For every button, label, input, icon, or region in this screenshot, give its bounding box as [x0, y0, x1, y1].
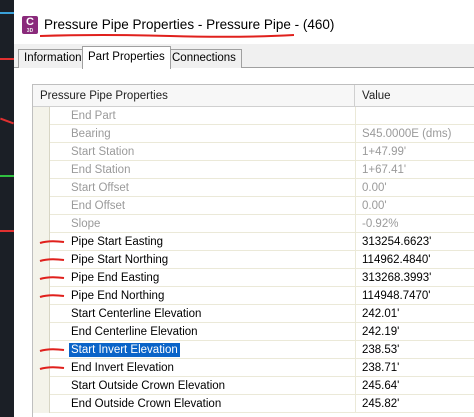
properties-grid: Pressure Pipe Properties Value End Part B…	[32, 84, 474, 417]
property-name: Bearing	[71, 128, 111, 140]
property-value: 1+67.41'	[355, 161, 474, 179]
red-annotation-mark	[39, 240, 65, 244]
civil3d-app-icon: C 3D	[22, 16, 38, 34]
row-gutter	[33, 377, 50, 395]
table-row[interactable]: End Part	[33, 107, 474, 125]
table-row[interactable]: Start Invert Elevation 238.53'	[33, 341, 474, 359]
column-header-value[interactable]: Value	[355, 85, 474, 107]
property-value: 0.00'	[355, 197, 474, 215]
red-annotation-mark	[39, 348, 65, 352]
property-value[interactable]: 245.64'	[355, 377, 474, 395]
property-name: Start Station	[71, 146, 135, 158]
grid-header: Pressure Pipe Properties Value	[33, 85, 474, 107]
property-value[interactable]: 245.82'	[355, 395, 474, 413]
property-value: 0.00'	[355, 179, 474, 197]
property-value: -0.92%	[355, 215, 474, 233]
property-name: Pipe End Northing	[71, 290, 165, 302]
property-name: Pipe Start Easting	[71, 236, 164, 248]
property-value[interactable]: 114948.7470'	[355, 287, 474, 305]
row-gutter	[33, 305, 50, 323]
property-name: Pipe Start Northing	[71, 254, 169, 266]
row-gutter	[33, 107, 50, 125]
tab-information[interactable]: Information	[18, 49, 88, 68]
table-row[interactable]: End Station 1+67.41'	[33, 161, 474, 179]
property-name: Start Invert Elevation	[69, 343, 180, 357]
property-value	[355, 107, 474, 125]
red-annotation-mark	[39, 258, 65, 262]
table-row[interactable]: Pipe End Easting 313268.3993'	[33, 269, 474, 287]
property-name: Start Centerline Elevation	[71, 308, 202, 320]
table-row[interactable]: Start Station 1+47.99'	[33, 143, 474, 161]
table-row[interactable]: End Offset 0.00'	[33, 197, 474, 215]
table-row[interactable]: Slope -0.92%	[33, 215, 474, 233]
tab-strip: Information Part Properties Connections	[14, 44, 474, 69]
row-gutter	[33, 161, 50, 179]
tab-part-properties[interactable]: Part Properties	[82, 46, 171, 69]
row-gutter	[33, 197, 50, 215]
tab-connections[interactable]: Connections	[166, 49, 242, 68]
property-value[interactable]: 313254.6623'	[355, 233, 474, 251]
grid-rows: End Part Bearing S45.0000E (dms) Start Stat…	[33, 107, 474, 413]
row-gutter	[33, 323, 50, 341]
property-name: End Station	[71, 164, 131, 176]
red-annotation-mark	[39, 366, 65, 370]
property-value[interactable]: 242.01'	[355, 305, 474, 323]
row-gutter	[33, 143, 50, 161]
red-annotation-mark	[39, 294, 65, 298]
property-value: 1+47.99'	[355, 143, 474, 161]
property-name: End Invert Elevation	[71, 362, 174, 374]
property-name: Slope	[71, 218, 101, 230]
property-name: End Part	[71, 110, 116, 122]
table-row[interactable]: Pipe Start Northing 114962.4840'	[33, 251, 474, 269]
property-name: Start Outside Crown Elevation	[71, 380, 226, 392]
property-name: End Outside Crown Elevation	[71, 398, 222, 410]
row-gutter	[33, 125, 50, 143]
table-row[interactable]: Start Centerline Elevation 242.01'	[33, 305, 474, 323]
property-value: S45.0000E (dms)	[355, 125, 474, 143]
table-row[interactable]: Start Offset 0.00'	[33, 179, 474, 197]
property-name: Start Offset	[71, 182, 129, 194]
property-value[interactable]: 114962.4840'	[355, 251, 474, 269]
row-gutter	[33, 395, 50, 413]
column-header-name[interactable]: Pressure Pipe Properties	[33, 85, 354, 107]
red-annotation-mark	[39, 276, 65, 280]
table-row[interactable]: End Centerline Elevation 242.19'	[33, 323, 474, 341]
table-row[interactable]: Start Outside Crown Elevation 245.64'	[33, 377, 474, 395]
dialog-title: Pressure Pipe Properties - Pressure Pipe…	[44, 17, 335, 32]
table-row[interactable]: End Outside Crown Elevation 245.82'	[33, 395, 474, 413]
property-value[interactable]: 238.53'	[355, 341, 474, 359]
property-value[interactable]: 238.71'	[355, 359, 474, 377]
property-name: End Centerline Elevation	[71, 326, 198, 338]
table-row[interactable]: Pipe End Northing 114948.7470'	[33, 287, 474, 305]
property-value[interactable]: 313268.3993'	[355, 269, 474, 287]
table-row[interactable]: End Invert Elevation 238.71'	[33, 359, 474, 377]
row-gutter	[33, 215, 50, 233]
red-annotation-underline	[40, 34, 294, 38]
dialog-title-bar[interactable]: C 3D Pressure Pipe Properties - Pressure…	[14, 0, 474, 44]
property-value[interactable]: 242.19'	[355, 323, 474, 341]
row-gutter	[33, 179, 50, 197]
table-row[interactable]: Pipe Start Easting 313254.6623'	[33, 233, 474, 251]
table-row[interactable]: Bearing S45.0000E (dms)	[33, 125, 474, 143]
property-name: End Offset	[71, 200, 126, 212]
cad-background-strip	[0, 0, 14, 417]
part-properties-panel: Pressure Pipe Properties Value End Part B…	[14, 68, 474, 417]
property-name: Pipe End Easting	[71, 272, 160, 284]
